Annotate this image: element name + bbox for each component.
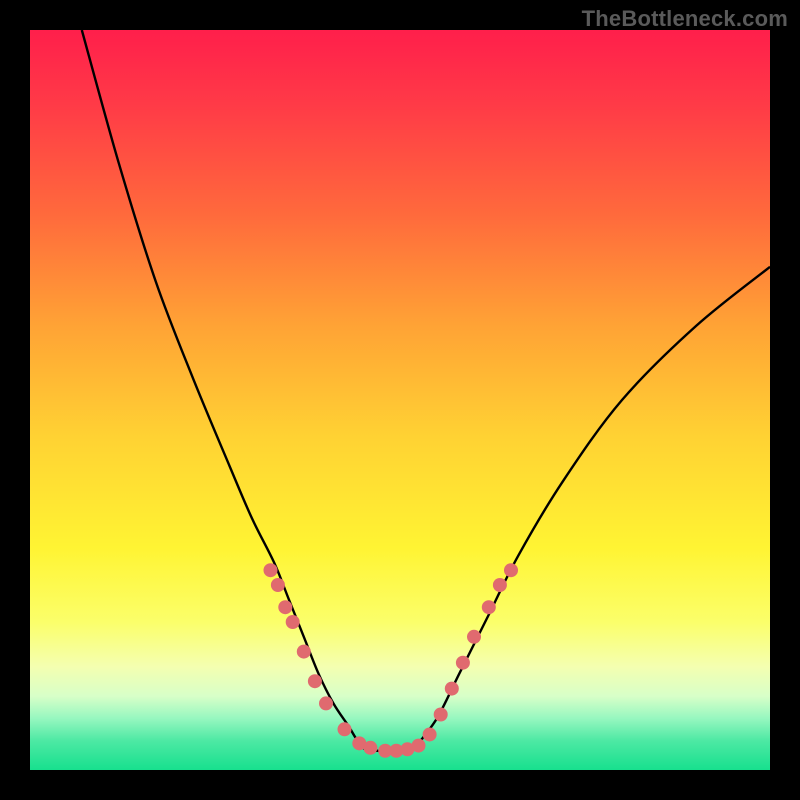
data-marker xyxy=(319,696,333,710)
data-marker xyxy=(482,600,496,614)
data-marker xyxy=(467,630,481,644)
data-marker xyxy=(278,600,292,614)
chart-frame: TheBottleneck.com xyxy=(0,0,800,800)
data-marker xyxy=(264,563,278,577)
chart-plot-area xyxy=(30,30,770,770)
data-marker xyxy=(297,645,311,659)
data-marker xyxy=(363,741,377,755)
data-marker xyxy=(412,739,426,753)
marker-layer xyxy=(264,563,519,758)
chart-svg xyxy=(30,30,770,770)
data-marker xyxy=(504,563,518,577)
curve-layer xyxy=(82,30,770,752)
data-marker xyxy=(434,708,448,722)
watermark-text: TheBottleneck.com xyxy=(582,6,788,32)
data-marker xyxy=(456,656,470,670)
data-marker xyxy=(286,615,300,629)
bottleneck-curve xyxy=(82,30,770,752)
data-marker xyxy=(423,727,437,741)
data-marker xyxy=(308,674,322,688)
data-marker xyxy=(493,578,507,592)
data-marker xyxy=(338,722,352,736)
data-marker xyxy=(271,578,285,592)
data-marker xyxy=(445,682,459,696)
